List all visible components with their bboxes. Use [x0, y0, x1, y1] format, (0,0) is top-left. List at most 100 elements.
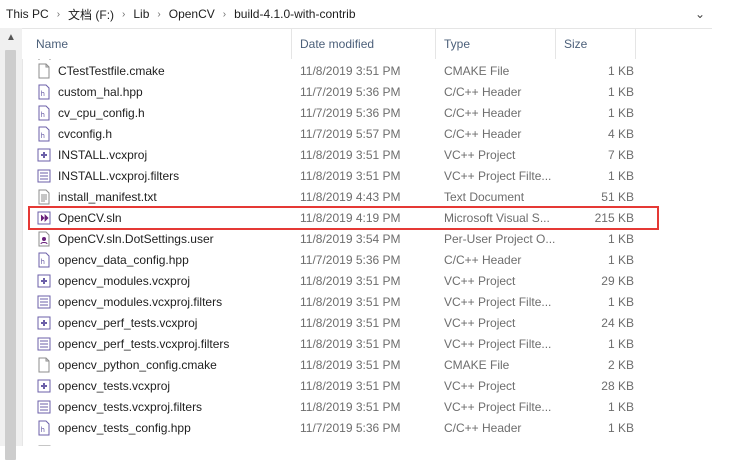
- column-header-name[interactable]: Name: [22, 29, 292, 59]
- vcxproj-icon: [36, 273, 52, 289]
- file-row[interactable]: opencv_tests.vcxproj.filters 11/8/2019 3:…: [22, 396, 712, 417]
- file-row[interactable]: opencv_tests.vcxproj 11/8/2019 3:51 PM VC+…: [22, 375, 712, 396]
- file-type: CMAKE File: [444, 357, 510, 372]
- cpp-header-icon: h: [36, 252, 52, 268]
- file-date-modified: 11/7/2019 5:36 PM: [300, 420, 401, 435]
- column-header-type[interactable]: Type: [436, 29, 556, 59]
- file-name: opencv_modules.vcxproj.filters: [58, 294, 223, 309]
- file-row[interactable]: h opencv_tests_config.hpp 11/7/2019 5:36 P…: [22, 417, 712, 438]
- file-name: custom_hal.hpp: [58, 84, 143, 99]
- file-name-cell: opencv_modules.vcxproj: [22, 273, 292, 289]
- file-row[interactable]: h custom_hal.hpp 11/7/2019 5:36 PM C/C++ He…: [22, 81, 712, 102]
- breadcrumb-drive-f[interactable]: 文档 (F:): [66, 6, 116, 23]
- scroll-up-arrow-icon[interactable]: ▲: [0, 32, 22, 43]
- file-date-modified: 11/8/2019 3:51 PM: [300, 315, 401, 330]
- file-row[interactable]: opencv_perf_tests.vcxproj 11/8/2019 3:51 …: [22, 312, 712, 333]
- file-size: 1 KB: [607, 231, 634, 246]
- cpp-header-icon: h: [36, 105, 52, 121]
- file-row[interactable]: install_manifest.txt 11/8/2019 4:43 PM Tex…: [22, 186, 712, 207]
- chevron-down-icon[interactable]: ⌄: [688, 0, 712, 28]
- breadcrumb-build-folder[interactable]: build-4.1.0-with-contrib: [232, 7, 357, 21]
- file-row[interactable]: CTestTestfile.cmake 11/8/2019 3:51 PM CMAK…: [22, 60, 712, 81]
- file-type: CMAKE File: [444, 63, 510, 78]
- vcxproj-filters-icon: [36, 294, 52, 310]
- file-row[interactable]: h cvconfig.h 11/7/2019 5:57 PM C/C++ Header…: [22, 123, 712, 144]
- chevron-right-icon[interactable]: ›: [116, 9, 131, 20]
- text-file-icon: [36, 189, 52, 205]
- file-date-modified: 11/8/2019 3:51 PM: [300, 357, 401, 372]
- breadcrumb-this-pc[interactable]: This PC: [4, 7, 51, 21]
- file-size: 2 KB: [607, 357, 634, 372]
- vcxproj-icon: [36, 147, 52, 163]
- file-row[interactable]: INSTALL.vcxproj.filters 11/8/2019 3:51 PM…: [22, 165, 712, 186]
- file-type: C/C++ Header: [444, 126, 522, 141]
- file-date-modified: 11/8/2019 3:51 PM: [300, 168, 401, 183]
- file-name: cv_cpu_config.h: [58, 105, 145, 120]
- file-list: CTestTestfile.cmake 11/8/2019 3:51 PM CMAK…: [22, 60, 712, 438]
- chevron-right-icon[interactable]: ›: [51, 9, 66, 20]
- chevron-right-icon[interactable]: ›: [151, 9, 166, 20]
- file-size: 1 KB: [607, 336, 634, 351]
- file-date-modified: 11/7/2019 5:57 PM: [300, 126, 401, 141]
- file-name-cell: opencv_python_config.cmake: [22, 357, 292, 373]
- breadcrumb-lib[interactable]: Lib: [131, 7, 151, 21]
- scrollbar-thumb[interactable]: [5, 50, 16, 460]
- vcxproj-icon: [36, 378, 52, 394]
- file-name-cell: h custom_hal.hpp: [22, 84, 292, 100]
- file-type: VC++ Project Filte...: [444, 294, 552, 309]
- cpp-header-icon: h: [36, 84, 52, 100]
- chevron-right-icon[interactable]: ›: [217, 9, 232, 20]
- file-name: INSTALL.vcxproj: [58, 147, 148, 162]
- file-name-cell: h cv_cpu_config.h: [22, 105, 292, 121]
- file-size: 24 KB: [601, 315, 634, 330]
- cpp-header-icon: h: [36, 420, 52, 436]
- file-name: opencv_data_config.hpp: [58, 252, 189, 267]
- column-header-row: Name Date modified Type Size: [22, 29, 712, 59]
- file-type: C/C++ Header: [444, 105, 522, 120]
- file-row[interactable]: OpenCV.sln.DotSettings.user 11/8/2019 3:5…: [22, 228, 712, 249]
- file-size: 4 KB: [607, 126, 634, 141]
- file-date-modified: 11/8/2019 3:51 PM: [300, 378, 401, 393]
- file-name: opencv_tests.vcxproj.filters: [58, 399, 203, 414]
- file-name: opencv_tests.vcxproj: [58, 378, 171, 393]
- file-row[interactable]: opencv_python_config.cmake 11/8/2019 3:51…: [22, 354, 712, 375]
- breadcrumb-opencv[interactable]: OpenCV: [167, 7, 217, 21]
- file-row[interactable]: opencv_modules.vcxproj 11/8/2019 3:51 PM V…: [22, 270, 712, 291]
- file-name: cvconfig.h: [58, 126, 113, 141]
- file-row[interactable]: opencv_perf_tests.vcxproj.filters 11/8/20…: [22, 333, 712, 354]
- file-date-modified: 11/8/2019 3:51 PM: [300, 294, 401, 309]
- column-header-date-modified[interactable]: Date modified: [292, 29, 436, 59]
- file-size: 29 KB: [601, 273, 634, 288]
- column-header-size[interactable]: Size: [556, 29, 636, 59]
- file-name-cell: h opencv_data_config.hpp: [22, 252, 292, 268]
- file-type: VC++ Project Filte...: [444, 399, 552, 414]
- svg-text:h: h: [41, 111, 45, 119]
- file-size: 28 KB: [601, 378, 634, 393]
- file-row[interactable]: h opencv_data_config.hpp 11/7/2019 5:36 PM…: [22, 249, 712, 270]
- file-date-modified: 11/8/2019 3:51 PM: [300, 399, 401, 414]
- file-size: 1 KB: [607, 63, 634, 78]
- partial-file-icon: [38, 440, 52, 446]
- vertical-scrollbar[interactable]: ▲: [0, 28, 23, 460]
- cmake-file-icon: [36, 63, 52, 79]
- address-bar[interactable]: This PC › 文档 (F:) › Lib › OpenCV › build…: [0, 0, 712, 29]
- file-name: OpenCV.sln.DotSettings.user: [58, 231, 214, 246]
- file-row[interactable]: INSTALL.vcxproj 11/8/2019 3:51 PM VC++ Pro…: [22, 144, 712, 165]
- file-row[interactable]: opencv_modules.vcxproj.filters 11/8/2019 …: [22, 291, 712, 312]
- cmake-file-icon: [36, 357, 52, 373]
- file-size: 1 KB: [607, 420, 634, 435]
- file-type: VC++ Project: [444, 147, 516, 162]
- file-type: Per-User Project O...: [444, 231, 556, 246]
- cpp-header-icon: h: [36, 126, 52, 142]
- highlight-box: [28, 206, 659, 230]
- file-name: CTestTestfile.cmake: [58, 63, 165, 78]
- file-date-modified: 11/8/2019 3:54 PM: [300, 231, 401, 246]
- file-row[interactable]: h cv_cpu_config.h 11/7/2019 5:36 PM C/C++ H…: [22, 102, 712, 123]
- file-size: 1 KB: [607, 84, 634, 99]
- file-name-cell: h opencv_tests_config.hpp: [22, 420, 292, 436]
- file-name-cell: opencv_tests.vcxproj.filters: [22, 399, 292, 415]
- file-name-cell: h cvconfig.h: [22, 126, 292, 142]
- file-date-modified: 11/8/2019 3:51 PM: [300, 63, 401, 78]
- file-name: opencv_tests_config.hpp: [58, 420, 191, 435]
- file-date-modified: 11/7/2019 5:36 PM: [300, 84, 401, 99]
